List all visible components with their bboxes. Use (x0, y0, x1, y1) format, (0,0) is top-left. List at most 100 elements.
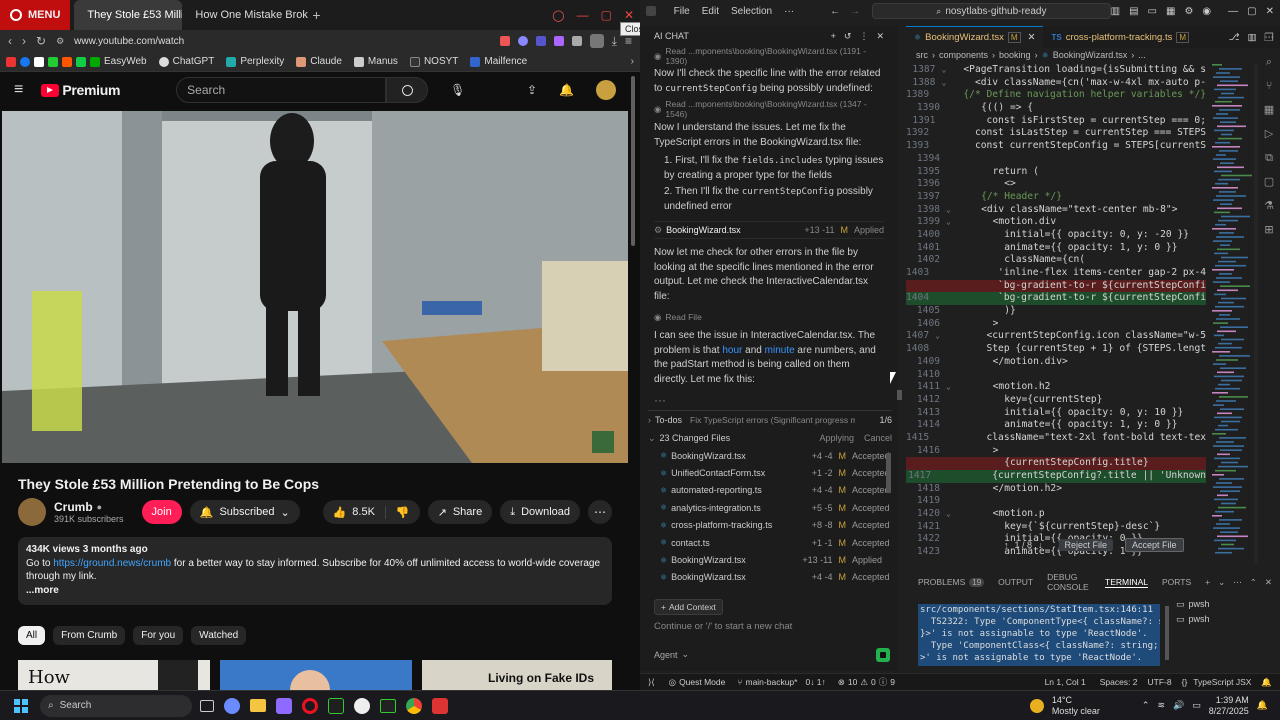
back-icon[interactable]: ‹ (8, 34, 12, 48)
eol-icon[interactable]: {} (1182, 677, 1188, 687)
youtube-logo[interactable]: Premium (41, 82, 120, 98)
menu-file[interactable]: File (674, 6, 690, 17)
more-icon[interactable]: ⋯ (1233, 577, 1242, 588)
remote-icon[interactable]: ⧉ (1258, 146, 1280, 170)
url-field[interactable]: www.youtube.com/watch (74, 36, 184, 47)
tab-problems[interactable]: PROBLEMS 19 (918, 577, 985, 587)
remote-indicator-icon[interactable]: ⟩⟨ (640, 677, 663, 688)
bookmark-icon[interactable] (48, 56, 58, 67)
search-tabs-icon[interactable]: ◯ (552, 9, 564, 22)
new-chat-icon[interactable]: + (831, 31, 836, 41)
close-window-icon[interactable]: ✕ (1266, 6, 1274, 17)
chip-all[interactable]: All (18, 626, 46, 645)
cancel-button[interactable]: Cancel (864, 433, 892, 443)
breadcrumb-item[interactable]: ... (1138, 50, 1146, 60)
files-scrollbar[interactable] (886, 453, 891, 493)
menu-icon[interactable]: ≡ (625, 34, 632, 48)
download-button[interactable]: ⤓ Download (500, 500, 580, 524)
command-center[interactable]: ⌕ nosytlabs-github-ready (872, 3, 1111, 19)
chat-scrollbar[interactable] (897, 390, 902, 400)
testing-icon[interactable]: ⚗ (1258, 194, 1280, 218)
split-editor-icon[interactable]: ▥ (1248, 32, 1257, 43)
microphone-icon[interactable]: 🎙 (450, 83, 465, 97)
history-icon[interactable]: ↺ (844, 31, 852, 42)
channel-avatar[interactable] (18, 498, 46, 526)
close-window-icon[interactable]: ✕ (624, 8, 634, 22)
changed-file-row[interactable]: ⚛ automated-reporting.ts +4 -4 M Accepted (648, 482, 892, 499)
menu-selection[interactable]: Selection (731, 6, 772, 17)
notification-center-icon[interactable]: 🔔 (1257, 700, 1268, 711)
download-icon[interactable]: ⤓ (612, 34, 617, 49)
bookmarks-overflow-icon[interactable]: › (631, 56, 634, 67)
nav-back-icon[interactable]: ← (830, 6, 840, 17)
chip-from-crumb[interactable]: From Crumb (53, 626, 126, 645)
agent-mode-select[interactable]: Agent ⌄ (654, 649, 689, 660)
extension-icon[interactable] (535, 36, 546, 46)
terminal-app-icon[interactable] (380, 698, 396, 713)
vscode-app-icon[interactable] (328, 697, 344, 714)
add-context-button[interactable]: + Add Context (654, 599, 723, 615)
extension-icon[interactable] (499, 36, 510, 46)
taskbar-search[interactable]: ⌕ Search (40, 694, 192, 717)
breadcrumb-item[interactable]: BookingWizard.tsx (1053, 50, 1128, 60)
extension-icon[interactable] (553, 36, 564, 46)
more-link[interactable]: ...more (26, 584, 604, 598)
chat-input[interactable]: Continue or '/' to start a new chat (654, 621, 792, 632)
tab-inactive[interactable]: How One Mistake Broke (182, 0, 308, 30)
terminal-instance[interactable]: ▭ pwsh (1176, 612, 1210, 627)
subscribed-button[interactable]: 🔔 Subscribed ⌄ (189, 500, 300, 524)
more-icon[interactable]: ⋮ (859, 31, 868, 42)
changed-file-row[interactable]: ⚛ cross-platform-tracking.ts +8 -8 M Accepte… (648, 517, 892, 534)
extensions-icon[interactable]: ▦ (1258, 98, 1280, 122)
snipping-icon[interactable] (432, 697, 448, 714)
chip-for-you[interactable]: For you (133, 626, 184, 645)
battery-icon[interactable]: ▭ (1192, 700, 1201, 711)
minimize-icon[interactable]: — (577, 8, 589, 22)
terminal-scrollbar[interactable] (1165, 606, 1169, 660)
thumbnail-1[interactable]: How (18, 660, 210, 690)
reddit-icon[interactable] (62, 56, 72, 67)
tab-ports[interactable]: PORTS (1162, 577, 1191, 587)
github-icon[interactable] (354, 697, 370, 714)
settings-gear-icon[interactable]: ⚙ (1184, 6, 1193, 17)
bookmark-claude[interactable]: Claude (296, 56, 342, 67)
bookmark-perplexity[interactable]: Perplexity (226, 56, 284, 67)
breadcrumb-item[interactable]: src (916, 50, 928, 60)
search-icon[interactable]: ⌕ (1258, 50, 1280, 74)
chip-watched[interactable]: Watched (191, 626, 247, 645)
menu-edit[interactable]: Edit (702, 6, 719, 17)
play-icon[interactable] (76, 56, 86, 67)
wifi-icon[interactable]: ≋ (1157, 700, 1165, 711)
cursor-position[interactable]: Ln 1, Col 1 (1045, 677, 1086, 687)
new-tab-icon[interactable]: + (312, 7, 320, 23)
bookmark-icon[interactable] (6, 56, 16, 67)
changed-file-row[interactable]: ⚛ BookingWizard.tsx +13 -11 M Applied (648, 551, 892, 568)
bookmark-chatgpt[interactable]: ChatGPT (158, 56, 214, 67)
maximize-icon[interactable]: ▢ (1247, 6, 1256, 17)
encoding[interactable]: UTF-8 (1148, 677, 1172, 687)
opera-menu-button[interactable]: MENU (0, 0, 71, 30)
notifications-bell-icon[interactable]: 🔔 (559, 83, 574, 97)
changed-file-row[interactable]: ⚛ contact.ts +1 -1 M Accepted (648, 534, 892, 551)
extension-icon[interactable] (517, 36, 528, 46)
breadcrumb-item[interactable]: components (939, 50, 988, 60)
breadcrumb-item[interactable]: booking (999, 50, 1031, 60)
hamburger-icon[interactable]: ≡ (14, 81, 23, 99)
facebook-icon[interactable] (20, 56, 30, 67)
applied-edit-row[interactable]: ⚙ BookingWizard.tsx +13 -11 M Applied (654, 221, 884, 239)
changed-file-row[interactable]: ⚛ BookingWizard.tsx +4 -4 M Accepted (648, 569, 892, 586)
tab-terminal[interactable]: TERMINAL (1105, 577, 1149, 588)
site-info-icon[interactable]: ⚙ (56, 36, 64, 47)
join-button[interactable]: Join (141, 500, 182, 524)
reload-icon[interactable]: ↻ (36, 34, 46, 48)
run-debug-icon[interactable]: ▷ (1258, 122, 1280, 146)
sync-status[interactable]: 0↓ 1↑ (805, 677, 825, 687)
notifications-icon[interactable]: 🔔 (1261, 677, 1280, 688)
nav-forward-icon[interactable]: → (850, 6, 860, 17)
chrome-icon[interactable] (406, 697, 422, 714)
close-tab-icon[interactable]: ✕ (1028, 32, 1036, 43)
tab-output[interactable]: OUTPUT (998, 577, 1033, 587)
terminal-dropdown-icon[interactable]: ⌄ (1218, 577, 1225, 588)
tray-chevron-icon[interactable]: ⌃ (1142, 700, 1150, 711)
avatar[interactable] (596, 80, 616, 100)
